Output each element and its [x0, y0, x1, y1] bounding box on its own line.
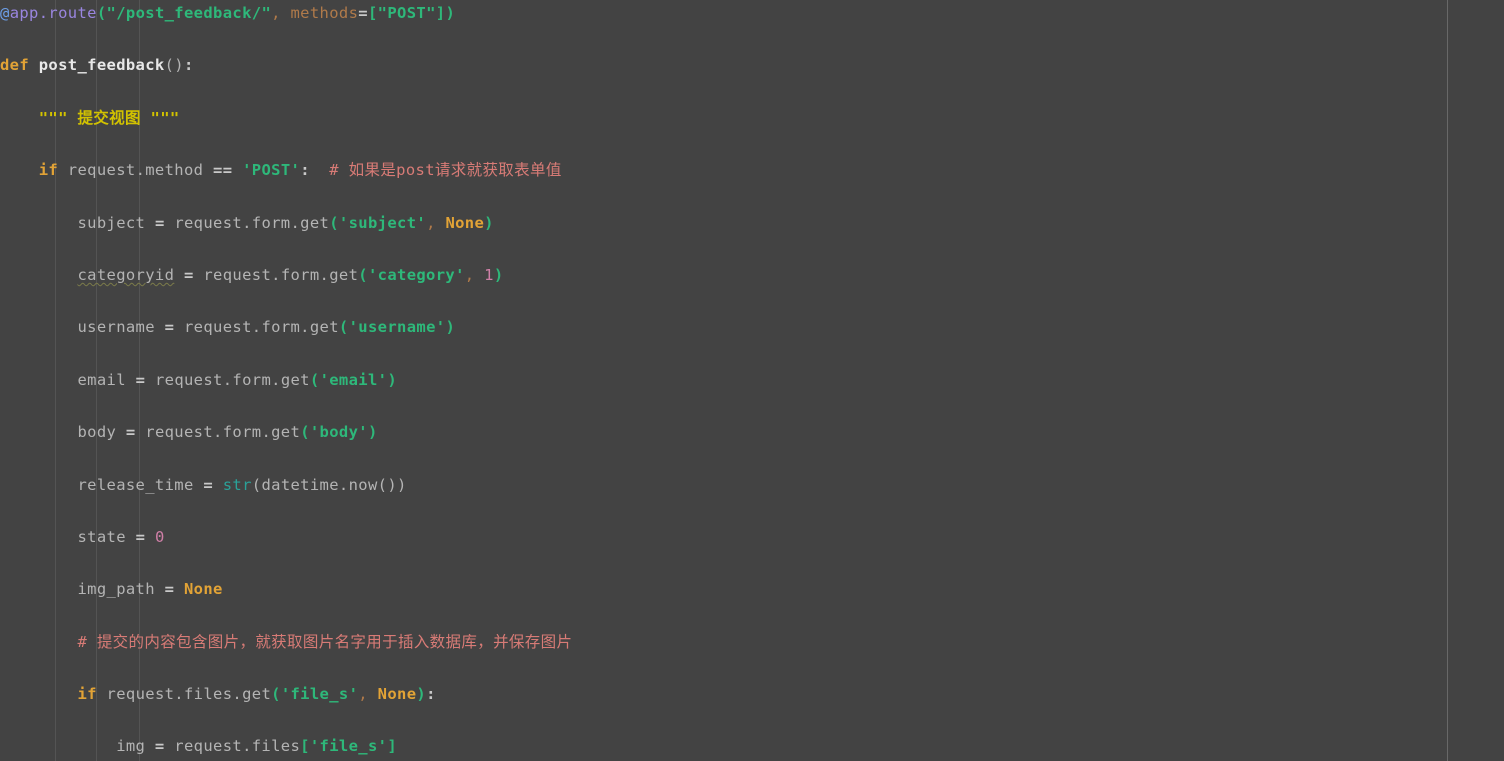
code-line-7[interactable]: username = request.form.get('username')	[0, 314, 1504, 340]
code-line-8[interactable]: email = request.form.get('email')	[0, 367, 1504, 393]
code-line-4[interactable]: if request.method == 'POST': # 如果是post请求…	[0, 157, 1504, 183]
comma: ,	[271, 4, 281, 22]
colon: :	[426, 685, 436, 704]
assign-op: =	[135, 370, 146, 389]
decorator-at: @	[0, 4, 10, 22]
decorator-route: route	[48, 4, 97, 22]
str-builtin: str	[222, 475, 252, 494]
bracket-close: ]	[435, 4, 446, 22]
assign-op: =	[154, 213, 165, 232]
var-img: img	[116, 737, 146, 756]
colon: :	[183, 56, 194, 75]
request-method-expr: request.method	[67, 161, 204, 180]
body-key-string: 'body'	[309, 423, 368, 442]
var-state: state	[77, 527, 126, 546]
username-key-string: 'username'	[348, 318, 446, 337]
comment-image-save: # 提交的内容包含图片，就获取图片名字用于插入数据库，并保存图片	[77, 632, 573, 651]
def-keyword: def	[0, 56, 30, 75]
code-line-5[interactable]: subject = request.form.get('subject', No…	[0, 210, 1504, 236]
assign-op: =	[164, 318, 175, 337]
function-name: post_feedback	[38, 56, 165, 75]
code-line-14[interactable]: if request.files.get('file_s', None):	[0, 681, 1504, 707]
var-categoryid: categoryid	[77, 265, 175, 284]
paren-open: (	[96, 4, 107, 22]
if-keyword: if	[77, 685, 97, 704]
docstring: """ 提交视图 """	[38, 108, 180, 127]
var-release-time: release_time	[77, 475, 194, 494]
form-get-call: request.form.get	[184, 318, 339, 337]
var-email: email	[77, 370, 126, 389]
var-subject: subject	[77, 213, 146, 232]
code-line-10[interactable]: release_time = str(datetime.now())	[0, 472, 1504, 498]
code-content[interactable]: @app.route("/post_feedback/", methods=["…	[0, 0, 1504, 761]
none-literal: None	[377, 685, 417, 704]
post-string: 'POST'	[242, 161, 301, 180]
assign-op: =	[164, 580, 175, 599]
request-files-expr: request.files	[174, 737, 301, 756]
none-literal: None	[445, 213, 485, 232]
decorator-app: app	[9, 4, 39, 22]
assign-op: =	[125, 423, 136, 442]
route-string: "/post_feedback/"	[106, 4, 272, 22]
code-line-13[interactable]: # 提交的内容包含图片，就获取图片名字用于插入数据库，并保存图片	[0, 629, 1504, 655]
post-method-string: "POST"	[377, 4, 436, 22]
var-username: username	[77, 318, 155, 337]
code-editor[interactable]: @app.route("/post_feedback/", methods=["…	[0, 0, 1504, 761]
bracket-open: [	[367, 4, 378, 22]
equals-op: =	[358, 4, 368, 22]
assign-op: =	[135, 527, 146, 546]
category-key-string: 'category'	[367, 265, 465, 284]
code-line-2[interactable]: def post_feedback():	[0, 52, 1504, 78]
comment-post-request: # 如果是post请求就获取表单值	[329, 161, 562, 180]
assign-op: =	[154, 737, 165, 756]
file-s-key-string: 'file_s'	[309, 737, 388, 756]
methods-kwarg: methods	[290, 4, 359, 22]
code-line-3[interactable]: """ 提交视图 """	[0, 105, 1504, 131]
code-line-11[interactable]: state = 0	[0, 524, 1504, 550]
files-get-call: request.files.get	[106, 685, 272, 704]
equality-op: ==	[213, 161, 233, 180]
code-line-12[interactable]: img_path = None	[0, 576, 1504, 602]
form-get-call: request.form.get	[203, 265, 359, 284]
paren-close: )	[445, 4, 456, 22]
colon: :	[300, 161, 310, 180]
decorator-dot: .	[38, 4, 49, 22]
function-parens: ()	[164, 56, 184, 75]
number-literal: 0	[154, 527, 165, 546]
assign-op: =	[183, 265, 194, 284]
code-line-6[interactable]: categoryid = request.form.get('category'…	[0, 262, 1504, 288]
form-get-call: request.form.get	[174, 213, 330, 232]
if-keyword: if	[38, 161, 59, 180]
assign-op: =	[203, 475, 214, 494]
none-literal: None	[184, 580, 223, 599]
code-line-9[interactable]: body = request.form.get('body')	[0, 419, 1504, 445]
file-s-key-string: 'file_s'	[280, 685, 359, 704]
var-img-path: img_path	[77, 580, 155, 599]
code-line-15[interactable]: img = request.files['file_s']	[0, 733, 1504, 759]
var-body: body	[77, 423, 117, 442]
number-literal: 1	[484, 265, 494, 284]
form-get-call: request.form.get	[154, 370, 310, 389]
email-key-string: 'email'	[319, 370, 388, 389]
subject-key-string: 'subject'	[338, 213, 427, 232]
form-get-call: request.form.get	[145, 423, 301, 442]
code-line-1[interactable]: @app.route("/post_feedback/", methods=["…	[0, 0, 1504, 26]
datetime-now-call: datetime.now()	[261, 475, 397, 494]
